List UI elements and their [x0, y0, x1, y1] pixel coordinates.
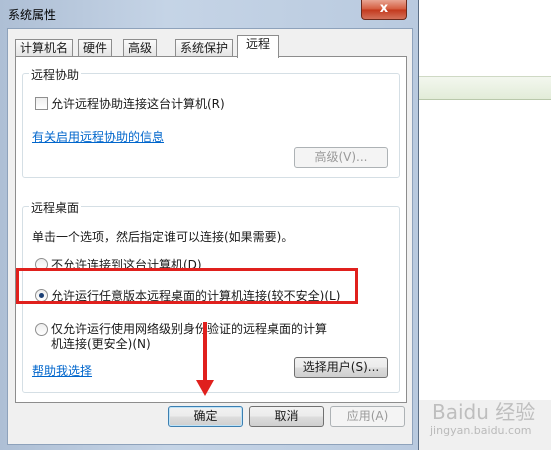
- window-title: 系统属性: [8, 8, 57, 22]
- tab-hardware[interactable]: 硬件: [78, 39, 113, 57]
- select-users-button[interactable]: 选择用户(S)...: [294, 357, 388, 378]
- background-window: [410, 0, 551, 450]
- tab-computer-name[interactable]: 计算机名: [15, 39, 74, 57]
- apply-button[interactable]: 应用(A): [330, 406, 405, 427]
- remote-assistance-info-link[interactable]: 有关启用远程协助的信息: [32, 128, 164, 145]
- close-button[interactable]: x: [361, 0, 407, 20]
- allow-remote-assistance-label[interactable]: 允许远程协助连接这台计算机(R): [51, 95, 225, 112]
- advanced-button[interactable]: 高级(V)...: [294, 147, 388, 168]
- radio-allow-nla-only-label-line2[interactable]: 机连接(更安全)(N): [51, 335, 151, 352]
- annotation-highlight-box: [16, 268, 358, 304]
- remote-desktop-instruction: 单击一个选项，然后指定谁可以连接(如果需要)。: [32, 230, 294, 244]
- ok-button[interactable]: 确定: [168, 406, 243, 427]
- allow-remote-assistance-checkbox[interactable]: [35, 97, 48, 110]
- baidu-watermark-logo: Baidu 经验: [432, 400, 536, 424]
- remote-assistance-group-label: 远程协助: [29, 66, 82, 83]
- title-bar[interactable]: 系统属性 x: [0, 0, 418, 28]
- tab-remote[interactable]: 远程: [237, 35, 280, 58]
- tab-system-protection[interactable]: 系统保护: [175, 39, 234, 57]
- annotation-arrow-head: [196, 380, 214, 396]
- radio-allow-nla-only[interactable]: [35, 323, 48, 336]
- help-me-choose-link[interactable]: 帮助我选择: [32, 362, 92, 379]
- baidu-watermark-url: jingyan.baidu.com: [430, 424, 532, 437]
- tab-advanced[interactable]: 高级: [123, 39, 158, 57]
- cancel-button[interactable]: 取消: [249, 406, 324, 427]
- annotation-arrow-shaft: [203, 322, 207, 384]
- remote-desktop-group-label: 远程桌面: [29, 199, 82, 216]
- remote-assistance-group: 远程协助 允许远程协助连接这台计算机(R) 有关启用远程协助的信息 高级(V).…: [22, 66, 400, 178]
- background-window-toolbar: [410, 76, 551, 100]
- remote-tab-panel: 远程协助 允许远程协助连接这台计算机(R) 有关启用远程协助的信息 高级(V).…: [15, 56, 407, 403]
